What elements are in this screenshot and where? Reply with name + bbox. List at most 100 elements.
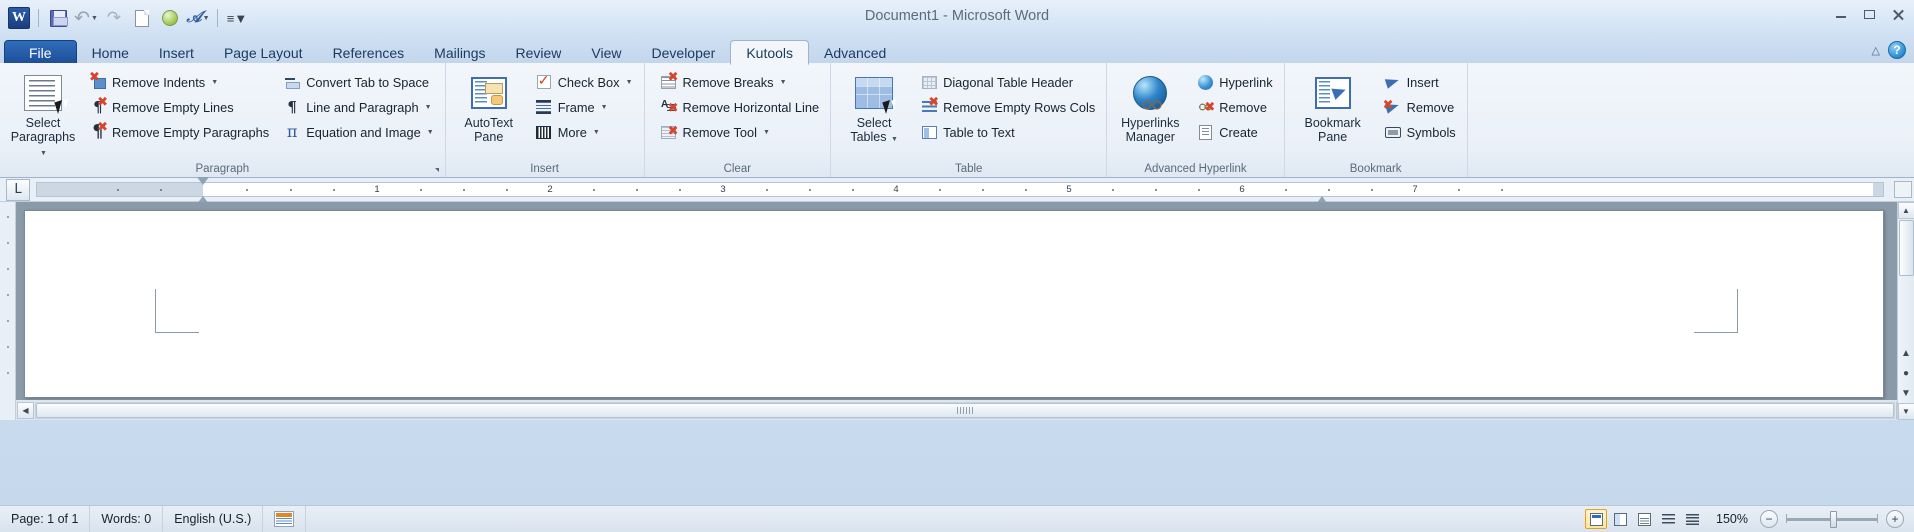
create-hyperlink-button[interactable]: Create <box>1191 120 1277 144</box>
tab-review[interactable]: Review <box>501 40 577 65</box>
remove-empty-lines-button[interactable]: ¶ ✖ Remove Empty Lines <box>84 95 274 119</box>
view-full-screen-reading-button[interactable] <box>1609 509 1631 529</box>
new-document-button[interactable] <box>129 5 155 31</box>
minimize-button[interactable] <box>1830 6 1852 22</box>
previous-page-button[interactable]: ▲ <box>1899 345 1914 361</box>
autotext-pane-button[interactable]: AutoText Pane <box>452 70 526 144</box>
remove-empty-paragraphs-button[interactable]: ¶ ✖ Remove Empty Paragraphs <box>84 120 274 144</box>
ribbon-group-clear: ✖ Remove Breaks ▼ ✖ Remove Horizontal Li… <box>643 63 831 177</box>
remove-tool-button[interactable]: ✖ Remove Tool ▼ <box>655 120 825 144</box>
ruler-right-margin <box>1873 183 1883 196</box>
tab-insert[interactable]: Insert <box>144 40 209 65</box>
document-page[interactable] <box>24 210 1884 398</box>
horizontal-scrollbar[interactable]: ◀ ▶ <box>16 400 1914 420</box>
select-browse-object-button[interactable]: ● <box>1899 365 1914 381</box>
view-print-layout-button[interactable] <box>1585 509 1608 529</box>
tab-mailings[interactable]: Mailings <box>419 40 500 65</box>
first-line-indent-marker[interactable] <box>197 177 209 185</box>
window-title: Document1 - Microsoft Word <box>864 8 1050 24</box>
remove-horizontal-line-button[interactable]: ✖ Remove Horizontal Line <box>655 95 825 119</box>
status-words[interactable]: Words: 0 <box>90 505 164 532</box>
restore-button[interactable] <box>1858 6 1880 22</box>
remove-bookmark-button[interactable]: ✖ Remove <box>1379 95 1461 119</box>
tab-advanced[interactable]: Advanced <box>809 40 901 65</box>
select-paragraphs-button[interactable]: Select Paragraphs ▼ <box>6 70 80 161</box>
hyperlink-label: Hyperlink <box>1219 74 1273 90</box>
remove-empty-rows-cols-button[interactable]: ✖ Remove Empty Rows Cols <box>915 95 1100 119</box>
remove-bookmark-label: Remove <box>1406 99 1455 115</box>
remove-breaks-button[interactable]: ✖ Remove Breaks ▼ <box>655 70 825 94</box>
tab-file[interactable]: File <box>4 40 77 65</box>
line-and-paragraph-label: Line and Paragraph <box>306 99 419 115</box>
hyperlink-button[interactable]: Hyperlink <box>1191 70 1277 94</box>
frame-button[interactable]: Frame ▼ <box>530 95 638 119</box>
more-button[interactable]: More ▼ <box>530 120 638 144</box>
convert-tab-to-space-button[interactable]: Convert Tab to Space <box>278 70 439 94</box>
bookmark-pane-button[interactable]: Bookmark Pane <box>1291 70 1375 144</box>
status-proofing-button[interactable] <box>263 505 307 532</box>
kutools-orb-button[interactable] <box>157 5 183 31</box>
ribbon-tab-right-controls: △ ? <box>1872 41 1906 59</box>
frame-icon <box>535 98 553 116</box>
scroll-down-button[interactable]: ▼ <box>1897 403 1914 420</box>
scroll-left-button[interactable]: ◀ <box>17 401 34 419</box>
zoom-out-button[interactable]: − <box>1760 510 1778 528</box>
table-to-text-button[interactable]: Table to Text <box>915 120 1100 144</box>
view-draft-button[interactable] <box>1681 509 1703 529</box>
hscroll-track[interactable] <box>35 401 1895 419</box>
check-box-button[interactable]: Check Box ▼ <box>530 70 638 94</box>
minimize-ribbon-icon[interactable]: △ <box>1872 44 1880 57</box>
zoom-slider[interactable] <box>1786 510 1878 528</box>
hscroll-grip-icon <box>957 406 973 414</box>
view-web-layout-button[interactable] <box>1633 509 1655 529</box>
next-page-button[interactable]: ▼ <box>1899 385 1914 401</box>
margin-marker-top-right <box>1694 289 1738 333</box>
vertical-scrollbar[interactable]: ▲ ▲ ● ▼ ▼ <box>1897 202 1914 420</box>
remove-hyperlink-button[interactable]: ✖ Remove <box>1191 95 1277 119</box>
format-button[interactable]: 𝒜 ▼ <box>185 5 211 31</box>
remove-empty-lines-icon: ¶ ✖ <box>93 95 108 116</box>
remove-horizontal-line-icon: ✖ <box>660 98 679 116</box>
undo-button[interactable]: ↶ ▼ <box>73 5 99 31</box>
customize-icon: ≡▼ <box>226 10 248 26</box>
tab-references[interactable]: References <box>318 40 420 65</box>
insert-bookmark-button[interactable]: Insert <box>1379 70 1461 94</box>
horizontal-ruler[interactable]: 1 2 3 4 5 6 7 <box>36 177 1884 204</box>
hyperlinks-manager-button[interactable]: Hyperlinks Manager <box>1113 70 1187 144</box>
line-and-paragraph-button[interactable]: ¶ Line and Paragraph ▼ <box>278 95 439 119</box>
bookmark-pane-label-2: Pane <box>1318 130 1348 144</box>
minimize-icon <box>1836 16 1846 18</box>
paragraph-dialog-launcher[interactable] <box>432 164 443 175</box>
save-button[interactable] <box>45 5 71 31</box>
help-icon[interactable]: ? <box>1888 41 1906 59</box>
tab-stop-selector[interactable]: L <box>6 178 30 201</box>
select-paragraphs-label-1: Select <box>25 116 61 130</box>
redo-button[interactable]: ↷ <box>101 5 127 31</box>
customize-qat-button[interactable]: ≡▼ <box>224 5 250 31</box>
hyperlinks-manager-label-2: Manager <box>1125 130 1175 144</box>
zoom-level-label[interactable]: 150% <box>1704 512 1760 526</box>
zoom-slider-thumb[interactable] <box>1830 510 1837 528</box>
tab-kutools[interactable]: Kutools <box>730 40 810 65</box>
zoom-in-button[interactable]: + <box>1886 510 1904 528</box>
hscroll-thumb[interactable] <box>36 402 1894 418</box>
diagonal-table-header-button[interactable]: Diagonal Table Header <box>915 70 1100 94</box>
remove-hyperlink-icon: ✖ <box>1196 98 1215 116</box>
select-tables-button[interactable]: Select Tables ▼ <box>837 70 911 147</box>
ruler-toggle-button[interactable] <box>1894 181 1912 198</box>
vscroll-thumb[interactable] <box>1898 220 1914 276</box>
equation-and-image-button[interactable]: π Equation and Image ▼ <box>278 120 439 144</box>
view-outline-button[interactable] <box>1657 509 1679 529</box>
scroll-up-button[interactable]: ▲ <box>1897 202 1914 219</box>
tab-page-layout[interactable]: Page Layout <box>209 40 318 65</box>
symbols-button[interactable]: Symbols <box>1379 120 1461 144</box>
word-app-button[interactable]: W <box>6 5 32 31</box>
tab-view[interactable]: View <box>576 40 636 65</box>
status-page[interactable]: Page: 1 of 1 <box>0 505 91 532</box>
tab-home[interactable]: Home <box>77 40 144 65</box>
status-language[interactable]: English (U.S.) <box>163 505 264 532</box>
remove-indents-button[interactable]: ✖ Remove Indents ▼ <box>84 70 274 94</box>
page-canvas[interactable]: ◀ ▶ <box>16 202 1914 420</box>
tab-developer[interactable]: Developer <box>637 40 731 65</box>
close-button[interactable] <box>1886 6 1908 22</box>
